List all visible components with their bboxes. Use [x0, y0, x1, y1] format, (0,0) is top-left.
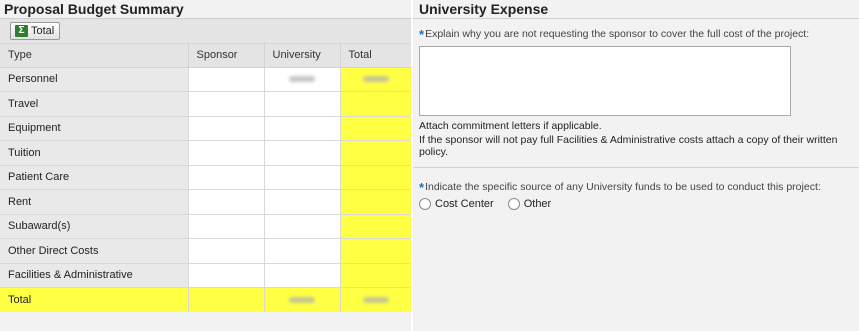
row-type-label: Facilities & Administrative [0, 263, 189, 288]
row-type-label: Subaward(s) [0, 214, 189, 239]
column-header-university: University [264, 44, 341, 68]
column-header-sponsor: Sponsor [188, 44, 265, 68]
row-total-cell [340, 67, 412, 92]
budget-table: Type Sponsor University Total Personnel … [0, 44, 412, 312]
row-type-label: Tuition [0, 140, 189, 166]
table-row: Patient Care [0, 165, 412, 190]
source-question-label: *Indicate the specific source of any Uni… [419, 180, 859, 195]
table-row: Facilities & Administrative [0, 263, 412, 288]
university-amount-cell[interactable] [264, 189, 341, 215]
row-type-label: Personnel [0, 67, 189, 92]
radio-button-icon[interactable] [419, 198, 431, 210]
sponsor-amount-cell[interactable] [188, 67, 265, 92]
section-separator [413, 167, 859, 168]
university-expense-panel: University Expense *Explain why you are … [413, 0, 859, 331]
table-row: Rent [0, 189, 412, 215]
row-total-cell [340, 140, 412, 166]
explain-question-text: Explain why you are not requesting the s… [425, 28, 810, 40]
row-total-cell [340, 189, 412, 215]
radio-button-icon[interactable] [507, 198, 520, 210]
total-row-label: Total [0, 287, 189, 312]
university-amount-cell[interactable] [264, 91, 341, 117]
radio-label-cost-center: Cost Center [435, 198, 494, 210]
table-row: Tuition [0, 140, 412, 166]
grand-total-cell [340, 287, 412, 312]
row-type-label: Equipment [0, 116, 189, 141]
total-button[interactable]: Σ Total [10, 22, 61, 40]
budget-summary-title: Proposal Budget Summary [0, 0, 411, 19]
redacted-value [362, 76, 389, 83]
row-total-cell [340, 91, 412, 117]
funding-source-radio-group: Cost Center Other [419, 198, 859, 210]
radio-option-cost-center[interactable]: Cost Center [419, 198, 494, 210]
radio-label-other: Other [523, 198, 552, 210]
table-row: Personnel [0, 67, 412, 92]
row-total-cell [340, 116, 412, 141]
explain-textarea[interactable] [419, 46, 791, 116]
sponsor-amount-cell[interactable] [188, 238, 265, 264]
table-row: Subaward(s) [0, 214, 412, 239]
required-marker: * [419, 180, 425, 195]
university-total-cell [264, 287, 341, 312]
sponsor-amount-cell[interactable] [188, 116, 265, 141]
budget-total-row: Total [0, 287, 412, 312]
column-header-total: Total [340, 44, 412, 68]
row-type-label: Travel [0, 91, 189, 117]
sponsor-amount-cell[interactable] [188, 91, 265, 117]
fa-policy-note: If the sponsor will not pay full Facilit… [419, 134, 838, 158]
row-total-cell [340, 214, 412, 239]
row-total-cell [340, 165, 412, 190]
sponsor-amount-cell[interactable] [188, 214, 265, 239]
sponsor-amount-cell[interactable] [188, 263, 265, 288]
university-amount-cell[interactable] [264, 140, 341, 166]
university-amount-cell[interactable] [264, 67, 341, 92]
total-button-label: Total [31, 25, 55, 37]
table-row: Other Direct Costs [0, 238, 412, 264]
row-type-label: Patient Care [0, 165, 189, 190]
radio-option-other[interactable]: Other [507, 198, 552, 210]
redacted-value [289, 297, 315, 303]
university-amount-cell[interactable] [264, 116, 341, 141]
university-amount-cell[interactable] [264, 214, 341, 239]
required-marker: * [419, 27, 425, 42]
sponsor-amount-cell[interactable] [188, 140, 265, 166]
redacted-value [362, 297, 389, 303]
university-amount-cell[interactable] [264, 263, 341, 288]
row-type-label: Rent [0, 189, 189, 215]
row-type-label: Other Direct Costs [0, 238, 189, 264]
sigma-sum-icon: Σ [15, 25, 28, 37]
university-expense-title: University Expense [413, 0, 859, 19]
row-total-cell [340, 263, 412, 288]
university-amount-cell[interactable] [264, 238, 341, 264]
source-question-text: Indicate the specific source of any Univ… [425, 181, 821, 193]
budget-toolbar: Σ Total [0, 19, 411, 44]
sponsor-amount-cell[interactable] [188, 189, 265, 215]
column-header-type: Type [0, 44, 189, 68]
proposal-budget-summary-panel: Proposal Budget Summary Σ Total Type Spo… [0, 0, 412, 331]
budget-header-row: Type Sponsor University Total [0, 44, 412, 68]
table-row: Travel [0, 91, 412, 117]
redacted-value [289, 76, 315, 83]
university-amount-cell[interactable] [264, 165, 341, 190]
sponsor-total-cell [188, 287, 265, 312]
row-total-cell [340, 238, 412, 264]
explain-question-label: *Explain why you are not requesting the … [419, 27, 859, 42]
table-row: Equipment [0, 116, 412, 141]
sponsor-amount-cell[interactable] [188, 165, 265, 190]
attach-note: Attach commitment letters if applicable. [419, 120, 602, 132]
